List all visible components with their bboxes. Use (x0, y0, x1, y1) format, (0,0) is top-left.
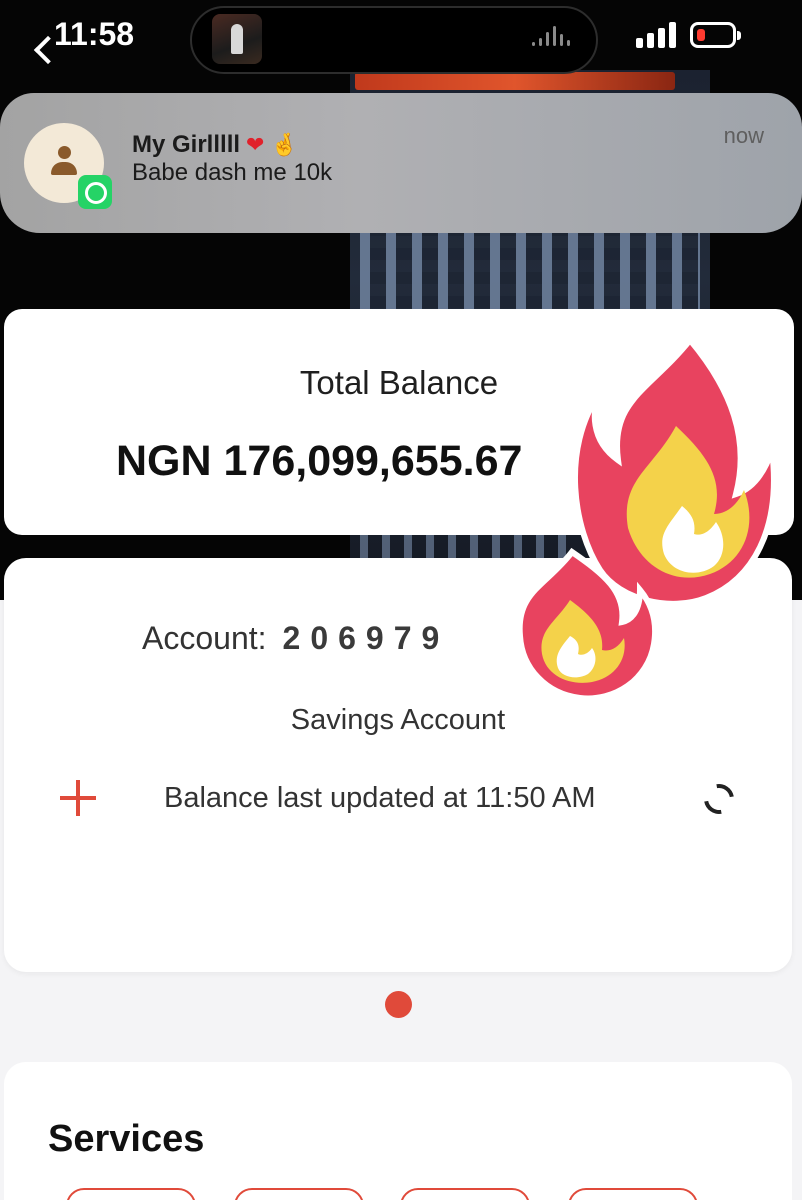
service-tile[interactable] (568, 1188, 698, 1200)
total-balance-amount: NGN 176,099,655.67 (116, 437, 523, 485)
services-card: Services (4, 1062, 792, 1200)
cellular-signal-icon (636, 22, 680, 48)
battery-icon (690, 22, 741, 48)
service-tile[interactable] (400, 1188, 530, 1200)
account-label: Account: (142, 620, 267, 656)
refresh-icon[interactable] (698, 778, 740, 820)
carousel-page-indicator[interactable] (385, 991, 412, 1018)
notification-sender: My Girlllll ❤ 🤞 (132, 131, 298, 159)
person-icon-body (51, 162, 77, 175)
fire-emoji-icon (516, 335, 777, 702)
heart-emoji: ❤ (246, 132, 265, 157)
balance-updated-text: Balance last updated at 11:50 AM (164, 782, 596, 814)
whatsapp-icon (78, 175, 112, 209)
status-time: 11:58 (54, 16, 135, 52)
account-number: 206979 (282, 620, 450, 656)
status-bar: 11:58 (0, 0, 802, 80)
person-icon-head (58, 146, 71, 159)
sender-name: My Girlllll (132, 131, 241, 158)
building-windows (360, 230, 700, 320)
audio-waveform-icon (532, 26, 578, 52)
account-row: Account: 206979 (142, 620, 449, 657)
dynamic-island[interactable] (190, 6, 598, 74)
service-tile[interactable] (234, 1188, 364, 1200)
crossed-fingers-emoji: 🤞 (270, 132, 298, 157)
now-playing-thumbnail (212, 14, 262, 64)
notification-time: now (723, 123, 764, 148)
service-tile[interactable] (66, 1188, 196, 1200)
whatsapp-notification[interactable]: My Girlllll ❤ 🤞 Babe dash me 10k now (0, 93, 802, 233)
notification-message: Babe dash me 10k (132, 159, 333, 186)
services-title: Services (48, 1118, 205, 1160)
plus-icon[interactable] (60, 780, 96, 816)
